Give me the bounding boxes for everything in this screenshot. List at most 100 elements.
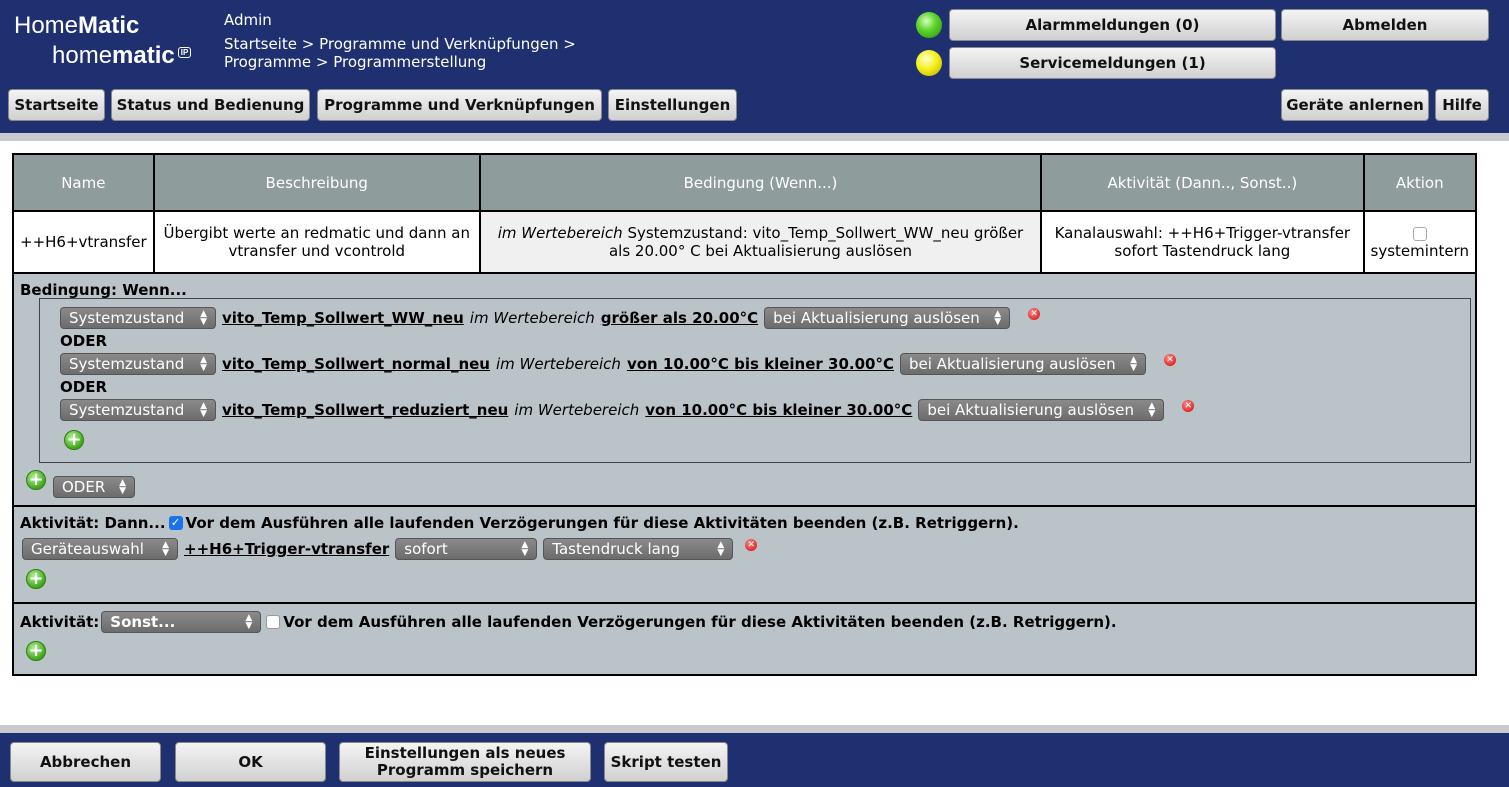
select-arrows-icon: ▲ ▼: [119, 478, 126, 496]
activity-else-panel: Aktivität: Sonst... ▲ ▼ Vor dem Ausführen …: [12, 604, 1477, 676]
else-select[interactable]: Sonst... ▲ ▼: [101, 611, 262, 633]
logo-text-b: Matic: [78, 12, 140, 39]
footer-divider: [0, 725, 1509, 733]
nav-status-button[interactable]: Status und Bedienung: [111, 89, 310, 121]
or-label: ODER: [60, 332, 107, 350]
breadcrumb: Startseite > Programme und Verknüpfungen…: [224, 35, 604, 71]
activity-action-select[interactable]: Tastendruck lang ▲ ▼: [543, 538, 734, 560]
then-header-row: Aktivität: Dann... ✓ Vor dem Ausführen a…: [20, 514, 1019, 532]
nav-home-button[interactable]: Startseite: [8, 89, 105, 121]
select-arrows-icon: ▲ ▼: [1130, 355, 1137, 373]
then-stop-delays-checkbox[interactable]: ✓: [168, 516, 183, 530]
add-activity-icon[interactable]: +: [26, 569, 46, 589]
condition-row: Systemzustand ▲ ▼ vito_Temp_Sollwert_reduz…: [60, 399, 1195, 421]
nav-settings-button[interactable]: Einstellungen: [608, 89, 737, 121]
logo-ip-text-a: home: [52, 42, 113, 69]
save-as-new-program-button[interactable]: Einstellungen als neues Programm speiche…: [339, 742, 591, 782]
delete-activity-icon[interactable]: ✕: [745, 539, 758, 551]
program-activity-cell: Kanalauswahl: ++H6+Trigger-vtransfer sof…: [1040, 210, 1365, 274]
header-divider: [0, 133, 1509, 141]
logo-ip-text-b: matic: [112, 42, 175, 69]
activity-device-link[interactable]: ++H6+Trigger-vtransfer: [184, 540, 389, 558]
footer-bar: Abbrechen OK Einstellungen als neues Pro…: [0, 733, 1509, 787]
cancel-button[interactable]: Abbrechen: [10, 742, 161, 782]
save-as-new-line-2: Programm speichern: [376, 761, 554, 779]
condition-type-value: Systemzustand: [69, 355, 185, 373]
ok-button[interactable]: OK: [175, 742, 326, 782]
condition-range-link[interactable]: von 10.00°C bis kleiner 30.00°C: [627, 355, 894, 373]
nav-teach-devices-button[interactable]: Geräte anlernen: [1281, 89, 1429, 121]
select-arrows-icon: ▲ ▼: [521, 540, 529, 558]
condition-type-value: Systemzustand: [69, 401, 185, 419]
activity-else-title: Aktivität:: [20, 613, 100, 631]
select-arrows-icon: ▲ ▼: [200, 401, 207, 419]
program-name-cell[interactable]: ++H6+vtransfer: [12, 210, 155, 274]
select-arrows-icon: ▲ ▼: [200, 355, 207, 373]
nav-help-button[interactable]: Hilfe: [1435, 89, 1489, 121]
add-condition-group-icon[interactable]: +: [26, 470, 46, 490]
activity-timing-select[interactable]: sofort ▲ ▼: [395, 538, 538, 560]
condition-trigger-value: bei Aktualisierung auslösen: [927, 401, 1134, 419]
condition-range-label: im Wertebereich: [495, 355, 621, 373]
condition-group-box: Systemzustand ▲ ▼ vito_Temp_Sollwert_WW_ne…: [39, 298, 1471, 463]
delete-condition-icon[interactable]: ✕: [1028, 308, 1041, 320]
program-condition-cell: im Wertebereich Systemzustand: vito_Temp…: [478, 210, 1043, 274]
header-bar: HomeMatic homematic IP Admin Startseite >…: [0, 0, 1509, 133]
add-condition-icon[interactable]: +: [64, 430, 84, 450]
condition-variable-link[interactable]: vito_Temp_Sollwert_WW_neu: [222, 309, 464, 327]
condition-range-link[interactable]: von 10.00°C bis kleiner 30.00°C: [645, 401, 912, 419]
logo-text-a: Home: [14, 12, 79, 39]
column-header-condition: Bedingung (Wenn...): [478, 153, 1043, 212]
service-status-led-icon: [916, 50, 942, 76]
combine-operator-value: ODER: [62, 478, 106, 496]
logout-button[interactable]: Abmelden: [1281, 9, 1489, 41]
activity-timing-value: sofort: [404, 540, 448, 558]
program-action-cell: systemintern: [1362, 210, 1478, 274]
condition-range-link[interactable]: größer als 20.00°C: [601, 309, 758, 327]
condition-trigger-select[interactable]: bei Aktualisierung auslösen ▲ ▼: [900, 353, 1146, 375]
column-header-name: Name: [12, 153, 155, 212]
condition-panel: Bedingung: Wenn... Systemzustand ▲ ▼ vito_…: [12, 273, 1477, 507]
else-stop-delays-checkbox[interactable]: [266, 615, 281, 629]
add-else-activity-icon[interactable]: +: [26, 641, 46, 661]
condition-trigger-select[interactable]: bei Aktualisierung auslösen ▲ ▼: [764, 307, 1011, 329]
program-description-cell[interactable]: Übergibt werte an redmatic und dann an v…: [152, 210, 481, 274]
condition-variable-link[interactable]: vito_Temp_Sollwert_normal_neu: [222, 355, 490, 373]
condition-type-select[interactable]: Systemzustand ▲ ▼: [60, 353, 216, 375]
delete-condition-icon[interactable]: ✕: [1164, 354, 1176, 366]
condition-range-label: im Wertebereich: [469, 309, 595, 327]
condition-variable-link[interactable]: vito_Temp_Sollwert_reduziert_neu: [222, 401, 508, 419]
homematic-ip-logo: homematic IP: [52, 42, 192, 70]
alarm-status-led-icon: [916, 12, 942, 38]
test-script-button[interactable]: Skript testen: [604, 742, 728, 782]
condition-trigger-select[interactable]: bei Aktualisierung auslösen ▲ ▼: [918, 399, 1165, 421]
breadcrumb-line-1: Startseite > Programme und Verknüpfungen…: [224, 35, 576, 53]
column-header-description: Beschreibung: [152, 153, 481, 212]
else-stop-delays-label: Vor dem Ausführen alle laufenden Verzöge…: [283, 613, 1117, 631]
condition-type-select[interactable]: Systemzustand ▲ ▼: [60, 399, 216, 421]
or-label: ODER: [60, 378, 107, 396]
service-messages-button[interactable]: Servicemeldungen (1): [949, 47, 1276, 79]
activity-type-value: Geräteauswahl: [31, 540, 144, 558]
nav-programs-button[interactable]: Programme und Verknüpfungen: [317, 89, 602, 121]
activity-row: Geräteauswahl ▲ ▼ ++H6+Trigger-vtransfer s…: [22, 538, 758, 560]
combine-operator-select[interactable]: ODER ▲ ▼: [53, 476, 135, 498]
select-arrows-icon: ▲ ▼: [1148, 401, 1156, 419]
condition-type-value: Systemzustand: [69, 309, 185, 327]
table-row: ++H6+vtransfer Übergibt werte an redmati…: [12, 210, 1478, 274]
alarm-messages-button[interactable]: Alarmmeldungen (0): [949, 9, 1276, 41]
condition-title: Bedingung: Wenn...: [20, 281, 187, 299]
ip-badge: IP: [177, 47, 192, 58]
systemintern-label: systemintern: [1370, 242, 1469, 260]
condition-trigger-value: bei Aktualisierung auslösen: [909, 355, 1116, 373]
activity-type-select[interactable]: Geräteauswahl ▲ ▼: [22, 538, 178, 560]
select-arrows-icon: ▲ ▼: [717, 540, 725, 558]
systemintern-checkbox[interactable]: [1412, 226, 1427, 241]
condition-type-select[interactable]: Systemzustand ▲ ▼: [60, 307, 216, 329]
select-arrows-icon: ▲ ▼: [994, 309, 1002, 327]
delete-condition-icon[interactable]: ✕: [1182, 400, 1195, 412]
condition-range-label: im Wertebereich: [514, 401, 640, 419]
table-header-row: Name Beschreibung Bedingung (Wenn...) Ak…: [12, 153, 1478, 212]
user-name: Admin: [224, 11, 272, 29]
condition-range-italic: im Wertebereich: [497, 224, 623, 242]
